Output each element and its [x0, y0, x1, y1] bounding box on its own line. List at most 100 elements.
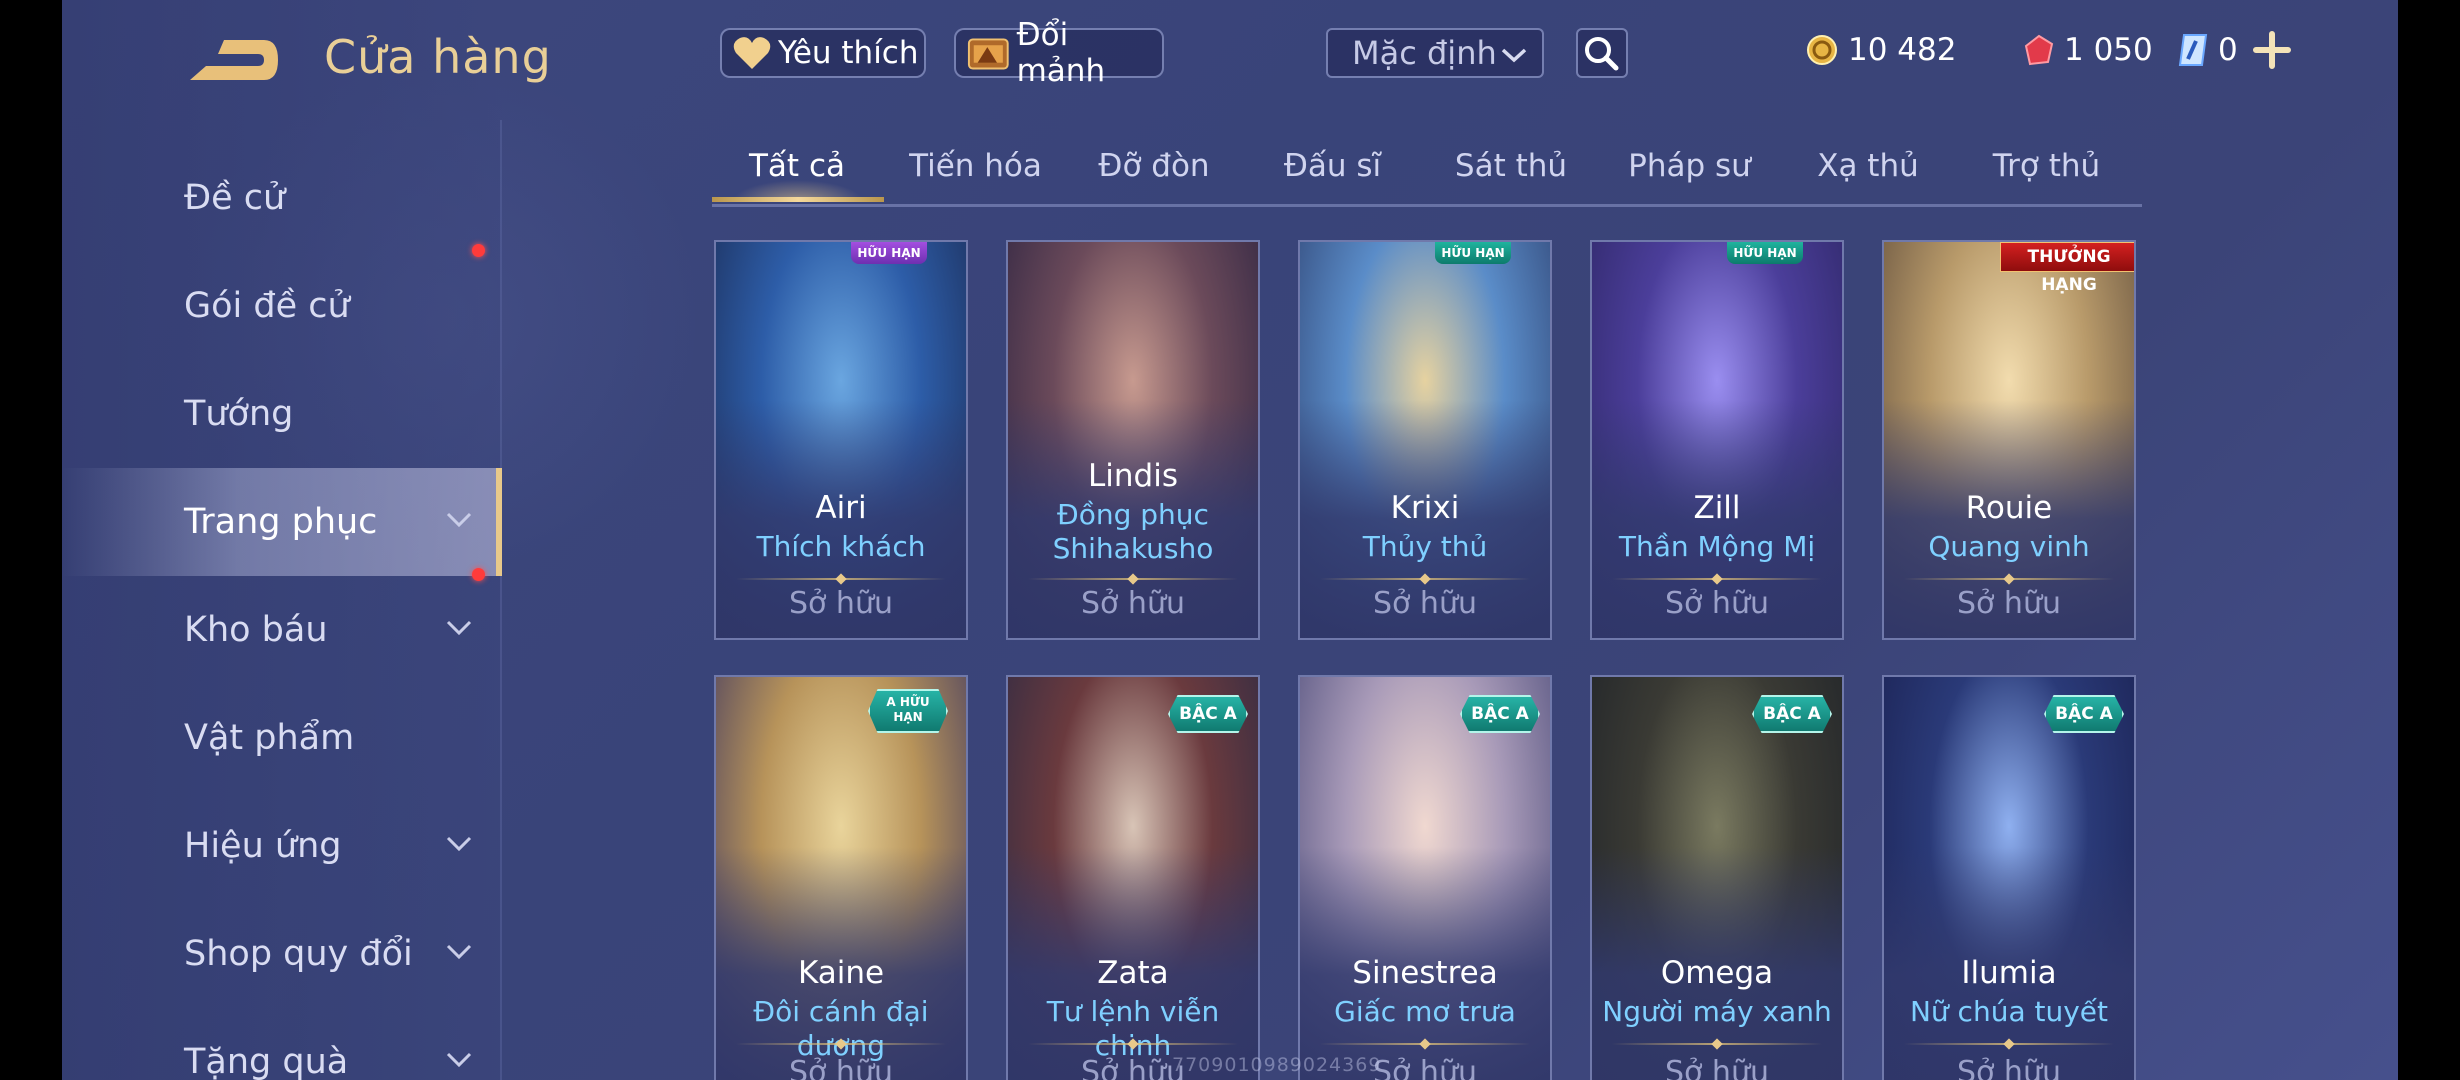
role-tab[interactable]: Xạ thủ: [1783, 148, 1953, 184]
ruby-amount: 1 050: [2064, 32, 2153, 68]
gold-coin-icon: [1807, 35, 1837, 65]
tier-a-badge: BẬC A: [1752, 695, 1832, 733]
role-tab[interactable]: Đỡ đòn: [1069, 148, 1239, 184]
sidebar-item[interactable]: Gói đề cử: [62, 252, 502, 360]
skin-card[interactable]: BẬC A Sinestrea Giấc mơ trưa Sở hữu: [1298, 675, 1552, 1080]
role-tabs: Tất cả Tiến hóa Đỡ đòn Đấu sĩ Sát thủ Pháp sư…: [712, 140, 2142, 207]
owned-status: Sở hữu: [1081, 586, 1185, 621]
owned-status: Sở hữu: [1373, 586, 1477, 621]
voucher-amount: 0: [2218, 32, 2238, 68]
chevron-down-icon: [1501, 48, 1527, 63]
skin-card[interactable]: Lindis Đồng phục Shihakusho Sở hữu: [1006, 240, 1260, 640]
sidebar-item-label: Trang phục: [184, 502, 378, 542]
skin-name: Thích khách: [756, 530, 926, 563]
role-tab[interactable]: Tiến hóa: [891, 148, 1061, 184]
limited-badge: HỮU HẠN: [1727, 242, 1803, 264]
chevron-down-icon: [446, 836, 472, 852]
search-button[interactable]: [1576, 28, 1628, 78]
sidebar-item-label: Tặng quà: [184, 1042, 349, 1080]
voucher-currency: 0: [2178, 28, 2238, 72]
exchange-label: Đổi mảnh: [1016, 17, 1106, 89]
chevron-down-icon: [446, 512, 472, 528]
sidebar-item[interactable]: Vật phẩm: [62, 684, 502, 792]
skin-name: Đôi cánh đại dương: [753, 995, 929, 1062]
sidebar-item-label: Gói đề cử: [184, 286, 350, 326]
skin-name: Người máy xanh: [1602, 995, 1832, 1028]
owned-status: Sở hữu: [1665, 586, 1769, 621]
role-tab[interactable]: Tất cả: [712, 148, 882, 184]
skin-name: Thủy thủ: [1362, 530, 1488, 563]
search-icon: [1585, 37, 1619, 71]
hero-name: Airi: [815, 490, 867, 526]
exchange-fragments-button[interactable]: Đổi mảnh: [954, 17, 1164, 89]
skin-card[interactable]: HỮU HẠN Airi Thích khách Sở hữu: [714, 240, 968, 640]
sort-selected-value: Mặc định: [1352, 34, 1497, 72]
back-arrow-icon[interactable]: [184, 34, 282, 86]
sidebar-item-label: Vật phẩm: [184, 718, 355, 758]
add-currency-icon[interactable]: [2252, 30, 2292, 70]
notification-dot: [472, 244, 485, 257]
hero-name: Lindis: [1088, 458, 1178, 494]
skin-card[interactable]: BẬC AZataTư lệnh viễn chinhSở hữu: [1006, 675, 1260, 1080]
gold-currency: 10 482: [1806, 28, 1956, 72]
ranked-reward-badge: THƯỞNG HẠNG: [2000, 242, 2134, 295]
hero-name: Omega: [1660, 955, 1774, 991]
skin-card[interactable]: HỮU HẠN Zill Thần Mộng Mị Sở hữu: [1590, 240, 1844, 640]
hero-name: Zill: [1693, 490, 1741, 526]
tier-a-badge: BẬC A: [1168, 695, 1248, 733]
sidebar-item[interactable]: Tặng quà: [62, 1008, 502, 1080]
skin-name: Nữ chúa tuyết: [1909, 995, 2109, 1028]
tier-a-badge: BẬC A: [2044, 695, 2124, 733]
tier-a-badge: BẬC A: [1460, 695, 1540, 733]
sidebar-item[interactable]: Tướng: [62, 360, 502, 468]
active-tab-underline: [712, 197, 884, 202]
hero-name: Krixi: [1390, 490, 1460, 526]
owned-status: Sở hữu: [789, 586, 893, 621]
owned-status: Sở hữu: [1957, 1055, 2061, 1080]
skin-card[interactable]: THƯỞNG HẠNG Rouie Quang vinh Sở hữu: [1882, 240, 2136, 640]
skin-name: Thần Mộng Mị: [1618, 530, 1816, 563]
limited-badge: HỮU HẠN: [1435, 242, 1511, 264]
sidebar-item[interactable]: Kho báu: [62, 576, 502, 684]
ruby-currency: 1 050: [2024, 28, 2153, 72]
owned-status: Sở hữu: [789, 1055, 893, 1080]
page-title: Cửa hàng: [324, 30, 552, 84]
owned-status: Sở hữu: [1665, 1055, 1769, 1080]
skin-name: Quang vinh: [1928, 530, 2090, 563]
hero-name: Sinestrea: [1352, 955, 1498, 991]
favorites-label: Yêu thích: [778, 35, 919, 71]
sidebar-item[interactable]: Trang phục: [62, 468, 502, 576]
owned-status: Sở hữu: [1957, 586, 2061, 621]
role-tab[interactable]: Đấu sĩ: [1248, 148, 1418, 184]
sidebar-item[interactable]: Đề cử: [62, 144, 502, 252]
favorites-button[interactable]: Yêu thích: [720, 28, 926, 78]
sidebar-item[interactable]: Hiệu ứng: [62, 792, 502, 900]
voucher-icon: [2178, 34, 2208, 66]
watermark-text: 7709010989024369: [1172, 1054, 1382, 1076]
role-tab[interactable]: Pháp sư: [1605, 148, 1775, 184]
skin-card[interactable]: A HỮU HẠN Kaine Đôi cánh đại dươngSở hữu: [714, 675, 968, 1080]
sidebar-item-label: Tướng: [184, 394, 294, 434]
hero-name: Rouie: [1965, 490, 2053, 526]
skin-name: Tư lệnh viễn chinh: [1046, 995, 1220, 1062]
gold-amount: 10 482: [1848, 32, 1957, 68]
shop-screen: Cửa hàng Đề cử Gói đề cử Tướng Trang phục Kh…: [62, 0, 2398, 1080]
chevron-down-icon: [446, 944, 472, 960]
chevron-down-icon: [446, 620, 472, 636]
skin-card[interactable]: HỮU HẠN Krixi Thủy thủ Sở hữu: [1298, 240, 1552, 640]
role-tab[interactable]: Trợ thủ: [1962, 148, 2132, 184]
tier-a-limited-badge: A HỮU HẠN: [868, 689, 948, 733]
limited-badge: HỮU HẠN: [851, 242, 927, 264]
notification-dot: [472, 568, 485, 581]
skin-card[interactable]: BẬC A Omega Người máy xanh Sở hữu: [1590, 675, 1844, 1080]
skin-card[interactable]: BẬC A Ilumia Nữ chúa tuyết Sở hữu: [1882, 675, 2136, 1080]
sidebar-item-label: Shop quy đổi: [184, 934, 413, 974]
heart-icon: [733, 37, 771, 69]
hero-name: Zata: [1097, 955, 1169, 991]
hero-name: Ilumia: [1961, 955, 2057, 991]
role-tab[interactable]: Sát thủ: [1426, 148, 1596, 184]
hero-name: Kaine: [797, 955, 885, 991]
sidebar-item-label: Đề cử: [184, 178, 286, 218]
sidebar-item[interactable]: Shop quy đổi: [62, 900, 502, 1008]
sort-dropdown[interactable]: Mặc định: [1326, 28, 1544, 78]
